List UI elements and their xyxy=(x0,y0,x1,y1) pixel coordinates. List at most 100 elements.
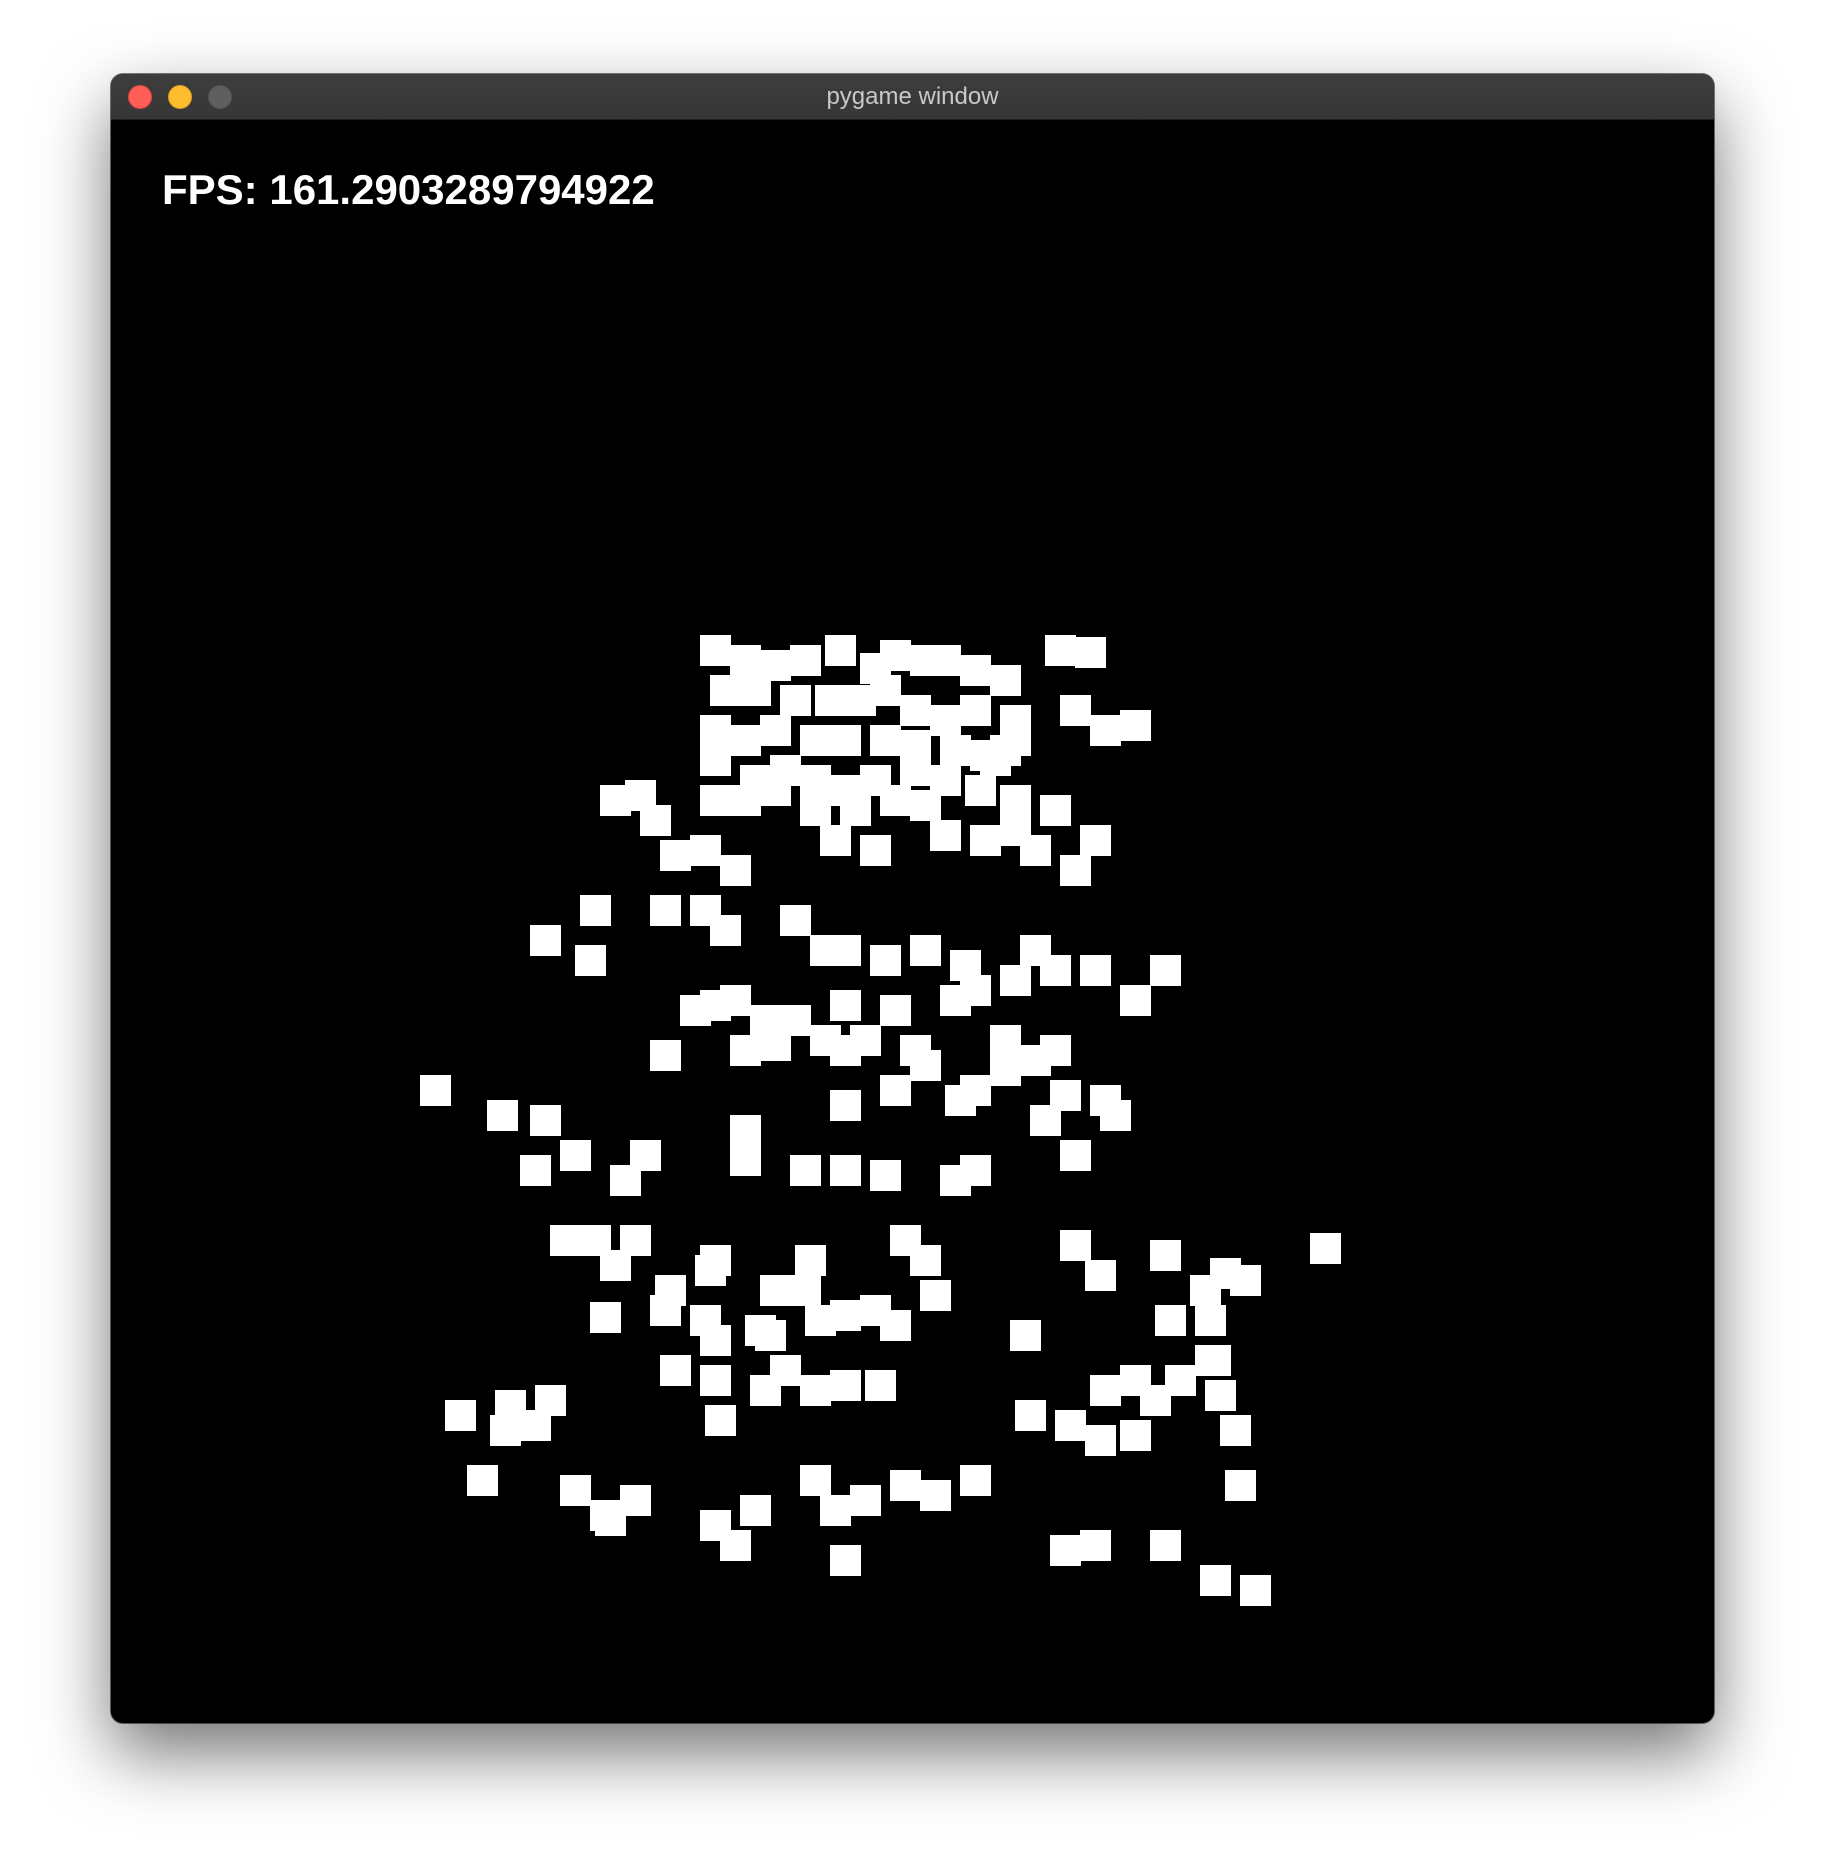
particle xyxy=(795,1245,826,1276)
particle xyxy=(830,725,861,756)
particle xyxy=(760,1275,791,1306)
particle xyxy=(1060,1230,1091,1261)
particle xyxy=(1155,1305,1186,1336)
particle xyxy=(960,655,991,686)
particle xyxy=(990,1055,1021,1086)
particle xyxy=(820,825,851,856)
particle xyxy=(1060,855,1091,886)
particle xyxy=(940,735,971,766)
particle xyxy=(575,945,606,976)
particle xyxy=(870,725,901,756)
particle xyxy=(910,1050,941,1081)
particle xyxy=(900,755,931,786)
particle xyxy=(780,685,811,716)
particle xyxy=(1150,1240,1181,1271)
particle xyxy=(1000,725,1031,756)
window-title: pygame window xyxy=(826,83,999,110)
particle xyxy=(965,775,996,806)
particle xyxy=(920,1480,951,1511)
particle xyxy=(550,1225,581,1256)
particle xyxy=(930,645,961,676)
particle xyxy=(487,1100,518,1131)
particle xyxy=(865,1370,896,1401)
particle xyxy=(910,1245,941,1276)
particle xyxy=(910,790,941,821)
particle xyxy=(1230,1265,1261,1296)
particle xyxy=(880,640,911,671)
particle xyxy=(650,895,681,926)
particle xyxy=(1080,1530,1111,1561)
particle xyxy=(700,745,731,776)
fps-counter: FPS: 161.2903289794922 xyxy=(162,166,655,213)
particle xyxy=(720,985,751,1016)
particle xyxy=(1030,1105,1061,1136)
particle xyxy=(710,915,741,946)
particle xyxy=(650,1040,681,1071)
particle xyxy=(1225,1470,1256,1501)
particle xyxy=(880,995,911,1026)
particle xyxy=(790,645,821,676)
particle xyxy=(580,895,611,926)
particle xyxy=(1055,1410,1086,1441)
particle xyxy=(1020,835,1051,866)
particle xyxy=(970,825,1001,856)
particle xyxy=(1240,1575,1271,1606)
particle xyxy=(960,695,991,726)
particle xyxy=(730,785,761,816)
particle xyxy=(1140,1385,1171,1416)
particle xyxy=(800,1465,831,1496)
particle xyxy=(910,935,941,966)
title-bar[interactable]: pygame window xyxy=(111,74,1714,120)
particle xyxy=(870,675,901,706)
particle xyxy=(1205,1380,1236,1411)
particle xyxy=(700,635,731,666)
particle xyxy=(1080,825,1111,856)
particle xyxy=(700,1325,731,1356)
particle xyxy=(560,1140,591,1171)
particle xyxy=(870,1160,901,1191)
particle xyxy=(467,1465,498,1496)
game-canvas[interactable]: FPS: 161.2903289794922 xyxy=(111,120,1714,1723)
particle xyxy=(590,1302,621,1333)
particle xyxy=(700,1245,731,1276)
particle xyxy=(930,820,961,851)
particle xyxy=(880,785,911,816)
particle xyxy=(740,1495,771,1526)
particle xyxy=(760,715,791,746)
particle xyxy=(1040,795,1071,826)
particle xyxy=(1010,1320,1041,1351)
particle xyxy=(1075,637,1106,668)
particle xyxy=(880,1075,911,1106)
particle xyxy=(960,1465,991,1496)
particle xyxy=(800,1375,831,1406)
particle xyxy=(755,1320,786,1351)
particle xyxy=(530,1105,561,1136)
particle xyxy=(800,765,831,796)
particle xyxy=(900,695,931,726)
particle xyxy=(800,795,831,826)
particle xyxy=(720,855,751,886)
particle xyxy=(630,1140,661,1171)
particle xyxy=(1220,1415,1251,1446)
particle xyxy=(490,1415,521,1446)
particle xyxy=(530,925,561,956)
particle xyxy=(1200,1565,1231,1596)
particle xyxy=(1100,1100,1131,1131)
particle xyxy=(810,1025,841,1056)
particle xyxy=(1090,715,1121,746)
particle xyxy=(520,1155,551,1186)
particle xyxy=(840,795,871,826)
particle xyxy=(830,990,861,1021)
particle xyxy=(1200,1345,1231,1376)
particle xyxy=(1120,1420,1151,1451)
particle xyxy=(420,1075,451,1106)
particle xyxy=(790,1155,821,1186)
particle xyxy=(1120,985,1151,1016)
particle xyxy=(830,1370,861,1401)
particle xyxy=(1050,1535,1081,1566)
particle xyxy=(1080,955,1111,986)
particle xyxy=(930,705,961,736)
particle xyxy=(800,725,831,756)
particle xyxy=(650,1295,681,1326)
particle xyxy=(730,1115,761,1146)
